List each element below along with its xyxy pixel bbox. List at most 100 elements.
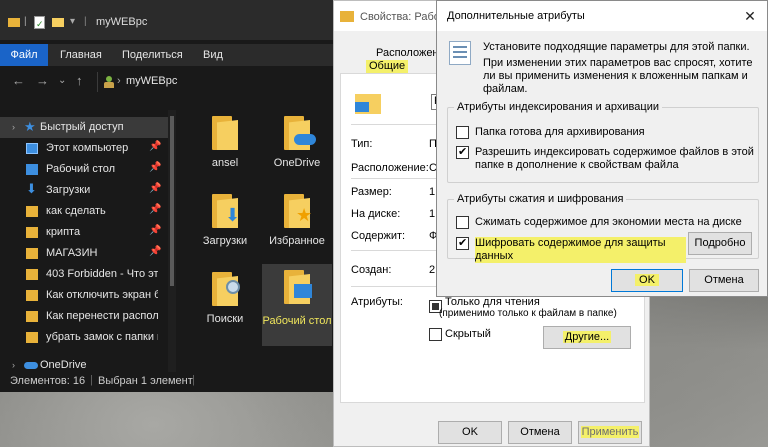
- pin-icon[interactable]: 📌: [149, 225, 161, 236]
- checkmark-icon: ✔: [458, 146, 468, 158]
- nav-item-label: убрать замок с папки и: [46, 331, 158, 343]
- cancel-button[interactable]: Отмена: [508, 421, 572, 444]
- scrollbar-thumb[interactable]: [170, 116, 174, 286]
- ok-button-label: OK: [635, 274, 659, 286]
- desktop-icon: [26, 164, 38, 175]
- tab-file[interactable]: Файл: [0, 44, 48, 66]
- nav-item-folder[interactable]: Как перенести располо: [0, 306, 168, 327]
- nav-item-label: как сделать: [46, 205, 106, 217]
- archive-option[interactable]: Папка готова для архивирования: [456, 126, 756, 140]
- folder-tile-onedrive[interactable]: OneDrive: [262, 112, 332, 187]
- attributes-list-icon: [449, 41, 471, 65]
- up-arrow-icon[interactable]: ↑: [76, 73, 83, 88]
- nav-item-folder[interactable]: как сделать 📌: [0, 201, 168, 222]
- on-disk-label: На диске:: [351, 208, 401, 220]
- readonly-label: Только для чтения: [445, 296, 540, 308]
- group-title: Атрибуты сжатия и шифрования: [454, 193, 627, 205]
- folder-tile-downloads[interactable]: ⬇ Загрузки: [190, 190, 260, 265]
- advanced-attributes-dialog: Дополнительные атрибуты ✕ Установите под…: [436, 0, 768, 297]
- compress-encrypt-group: Атрибуты сжатия и шифрования Сжимать сод…: [447, 193, 759, 263]
- hidden-label: Скрытый: [445, 328, 491, 340]
- nav-item-downloads[interactable]: ⬇ Загрузки 📌: [0, 180, 168, 201]
- pin-icon[interactable]: 📌: [149, 246, 161, 257]
- tab-home[interactable]: Главная: [60, 44, 102, 66]
- new-folder-quick-icon[interactable]: [52, 16, 64, 28]
- checkmark-icon: ✔: [458, 237, 468, 249]
- folder-tile-ansel[interactable]: ansel: [190, 112, 260, 187]
- cloud-icon: [24, 362, 38, 369]
- ok-button[interactable]: OK: [611, 269, 683, 292]
- forward-arrow-icon[interactable]: →: [36, 73, 49, 88]
- tile-label: Поиски: [206, 313, 244, 325]
- breadcrumb-current[interactable]: myWEBpc: [126, 75, 177, 87]
- archive-checkbox[interactable]: [456, 126, 469, 139]
- folder-icon: [26, 290, 38, 301]
- selected-count: Выбран 1 элемент: [98, 375, 193, 387]
- type-label: Тип:: [351, 138, 373, 150]
- pin-icon[interactable]: 📌: [149, 141, 161, 152]
- folder-icon: [26, 248, 38, 259]
- nav-item-folder[interactable]: крипта 📌: [0, 222, 168, 243]
- compress-checkbox[interactable]: [456, 216, 469, 229]
- close-icon[interactable]: ✕: [739, 6, 761, 26]
- nav-item-folder[interactable]: МАГАЗИН 📌: [0, 243, 168, 264]
- nav-quick-access[interactable]: › ★ Быстрый доступ: [0, 117, 168, 138]
- size-label: Размер:: [351, 186, 392, 198]
- other-attributes-button[interactable]: Другие...: [543, 326, 631, 349]
- window-title: myWEBpc: [96, 16, 148, 28]
- tab-view[interactable]: Вид: [203, 44, 223, 66]
- folder-icon: [284, 116, 316, 150]
- nav-item-folder[interactable]: 403 Forbidden - Что это: [0, 264, 168, 285]
- expand-chevron-icon[interactable]: ›: [12, 122, 15, 132]
- index-option[interactable]: ✔ Разрешить индексировать содержимое фай…: [456, 146, 756, 174]
- nav-item-this-pc[interactable]: Этот компьютер 📌: [0, 138, 168, 159]
- on-disk-value: 1: [429, 208, 436, 220]
- folder-tile-desktop-selected[interactable]: Рабочий стол: [262, 264, 332, 346]
- apply-button[interactable]: Применить: [578, 421, 642, 444]
- folder-tile-favorites[interactable]: ★ Избранное: [262, 190, 332, 265]
- details-button[interactable]: Подробно: [688, 232, 752, 255]
- tab-share[interactable]: Поделиться: [122, 44, 183, 66]
- created-value: 2: [429, 264, 436, 276]
- quick-access-dropdown-icon[interactable]: ▾: [70, 16, 82, 28]
- compress-label: Сжимать содержимое для экономии места на…: [475, 216, 742, 228]
- nav-item-label: Этот компьютер: [46, 142, 129, 154]
- address-path[interactable]: › myWEBpc: [97, 72, 333, 92]
- folder-icon: [284, 270, 312, 304]
- nav-item-folder[interactable]: Как отключить экран б: [0, 285, 168, 306]
- cloud-icon: [294, 134, 316, 145]
- advanced-title: Дополнительные атрибуты: [447, 10, 585, 22]
- indeterminate-mark: [432, 303, 439, 310]
- status-separator: |: [192, 374, 195, 386]
- pin-icon[interactable]: 📌: [149, 183, 161, 194]
- compress-option[interactable]: Сжимать содержимое для экономии места на…: [456, 216, 756, 230]
- index-checkbox[interactable]: ✔: [456, 146, 469, 159]
- pin-icon[interactable]: 📌: [149, 162, 161, 173]
- folder-tile-searches[interactable]: Поиски: [190, 268, 260, 343]
- nav-item-label: Загрузки: [46, 184, 91, 196]
- archive-label: Папка готова для архивирования: [475, 126, 645, 138]
- file-explorer-window: | ✓ ▾ | myWEBpc Файл Главная Поделиться …: [0, 0, 333, 392]
- folder-mini-icon: [8, 16, 20, 28]
- pin-icon[interactable]: 📌: [149, 204, 161, 215]
- encrypt-option[interactable]: ✔ Шифровать содержимое для защиты данных: [456, 237, 686, 263]
- attributes-label: Атрибуты:: [351, 296, 403, 308]
- hidden-checkbox[interactable]: [429, 328, 442, 341]
- nav-scrollbar[interactable]: [168, 110, 176, 372]
- address-bar-row: ← → ⌄ ↑ › myWEBpc: [0, 66, 333, 96]
- nav-item-desktop[interactable]: Рабочий стол 📌: [0, 159, 168, 180]
- back-arrow-icon[interactable]: ←: [12, 73, 25, 88]
- separator-icon: |: [84, 16, 87, 27]
- nav-item-folder[interactable]: убрать замок с папки и: [0, 327, 168, 348]
- cancel-button[interactable]: Отмена: [689, 269, 759, 292]
- ok-button[interactable]: OK: [438, 421, 502, 444]
- apply-button-label: Применить: [580, 426, 640, 438]
- folder-icon: ★: [284, 194, 312, 228]
- expand-chevron-icon[interactable]: ›: [12, 360, 15, 370]
- navigation-pane: › ★ Быстрый доступ Этот компьютер 📌 Рабо…: [0, 110, 168, 372]
- chevron-down-icon[interactable]: ⌄: [58, 75, 66, 86]
- folder-icon: [26, 269, 38, 280]
- folder-icon: [212, 272, 240, 306]
- encrypt-checkbox[interactable]: ✔: [456, 237, 469, 250]
- properties-quick-icon[interactable]: ✓: [34, 16, 45, 29]
